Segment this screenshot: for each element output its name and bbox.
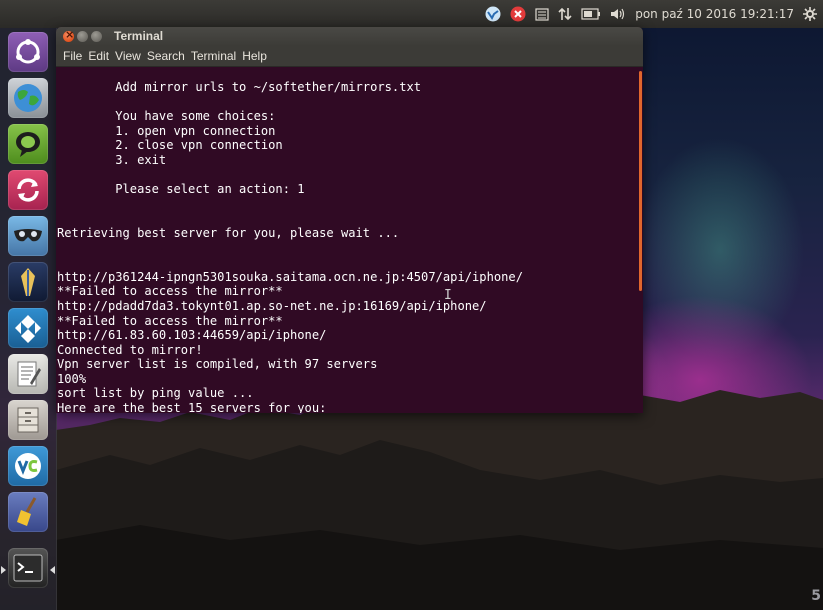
launcher-focus-pip xyxy=(50,566,55,574)
scrollbar[interactable] xyxy=(639,71,642,291)
window-title: Terminal xyxy=(114,29,164,43)
terminal-line: **Failed to access the mirror** xyxy=(57,313,283,328)
globe-browser-icon[interactable] xyxy=(8,78,48,118)
terminal-line: Add mirror urls to ~/softether/mirrors.t… xyxy=(57,80,422,94)
workspace-number: 5 xyxy=(811,588,821,604)
terminal-line: 1. open vpn connection xyxy=(57,123,276,138)
menu-file[interactable]: File xyxy=(60,49,85,63)
system-tray: pon paź 10 2016 19:21:17 xyxy=(485,0,817,28)
dash-icon[interactable] xyxy=(8,32,48,72)
maximize-icon[interactable] xyxy=(91,31,102,42)
menu-edit[interactable]: Edit xyxy=(85,49,112,63)
terminal-line: You have some choices: xyxy=(57,109,276,124)
vnc-icon[interactable] xyxy=(8,446,48,486)
broom-icon[interactable] xyxy=(8,492,48,532)
terminal-line: 3. exit xyxy=(57,152,167,167)
gear-icon[interactable] xyxy=(803,7,817,21)
terminal-window[interactable]: Terminal File Edit View Search Terminal … xyxy=(56,27,643,413)
chat-bubble-icon[interactable] xyxy=(8,124,48,164)
minimize-icon[interactable] xyxy=(77,31,88,42)
terminal-line: Retrieving best server for you, please w… xyxy=(57,225,400,240)
sync-icon[interactable] xyxy=(8,170,48,210)
terminal-line: **Failed to access the mirror** xyxy=(57,284,283,299)
network-arrows-icon[interactable] xyxy=(558,7,572,21)
text-editor-icon[interactable] xyxy=(8,354,48,394)
clock[interactable]: pon paź 10 2016 19:21:17 xyxy=(635,7,794,21)
vpn-icon[interactable] xyxy=(485,6,501,22)
menu-help[interactable]: Help xyxy=(239,49,270,63)
file-cabinet-icon[interactable] xyxy=(8,400,48,440)
menu-terminal[interactable]: Terminal xyxy=(188,49,239,63)
volume-icon[interactable] xyxy=(610,7,626,21)
mask-icon[interactable] xyxy=(8,216,48,256)
terminal-text: Add mirror urls to ~/softether/mirrors.t… xyxy=(56,67,643,413)
battery-icon[interactable] xyxy=(581,8,601,20)
terminal-line: http://p361244-ipngn5301souka.saitama.oc… xyxy=(57,269,523,284)
terminal-line: http://61.83.60.103:44659/api/iphone/ xyxy=(57,328,327,343)
launcher-active-pip xyxy=(1,566,6,574)
close-icon[interactable] xyxy=(63,28,74,42)
text-cursor-icon: I xyxy=(444,288,452,303)
terminal-line: 100% xyxy=(57,371,87,386)
menu-bar: File Edit View Search Terminal Help xyxy=(56,46,643,67)
terminal-line: Please select an action: 1 xyxy=(57,182,305,197)
terminal-output[interactable]: Add mirror urls to ~/softether/mirrors.t… xyxy=(56,67,643,413)
error-icon[interactable] xyxy=(510,6,526,22)
keyboard-icon[interactable] xyxy=(535,7,549,21)
terminal-icon[interactable] xyxy=(8,548,48,588)
terminal-line: Connected to mirror! xyxy=(57,342,203,357)
terminal-line: 2. close vpn connection xyxy=(57,138,283,153)
terminal-line: sort list by ping value ... xyxy=(57,386,254,401)
menu-view[interactable]: View xyxy=(112,49,144,63)
terminal-line: Vpn server list is compiled, with 97 ser… xyxy=(57,357,378,372)
title-bar[interactable]: Terminal xyxy=(56,27,643,46)
top-panel: pon paź 10 2016 19:21:17 xyxy=(0,0,823,28)
launcher xyxy=(0,28,57,610)
menu-search[interactable]: Search xyxy=(144,49,188,63)
terminal-line: http://pdadd7da3.tokynt01.ap.so-net.ne.j… xyxy=(57,298,487,313)
terminal-line: Here are the best 15 servers for you: xyxy=(57,401,327,413)
feather-pen-icon[interactable] xyxy=(8,262,48,302)
kodi-icon[interactable] xyxy=(8,308,48,348)
